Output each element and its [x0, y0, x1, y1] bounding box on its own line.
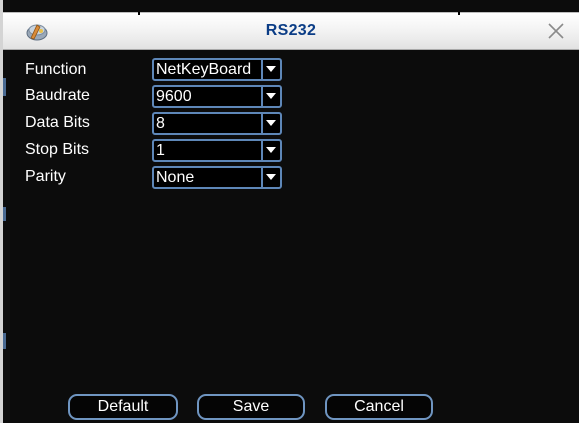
stop-bits-select[interactable]: 1: [152, 139, 282, 162]
parity-label: Parity: [25, 168, 66, 185]
parity-select[interactable]: None: [152, 166, 282, 189]
edge-mark: [3, 207, 6, 221]
baudrate-select[interactable]: 9600: [152, 85, 282, 108]
baudrate-value: 9600: [156, 88, 192, 105]
dialog-title: RS232: [265, 22, 317, 39]
cancel-button[interactable]: Cancel: [325, 394, 433, 420]
save-button[interactable]: Save: [197, 394, 305, 420]
stop-bits-label: Stop Bits: [25, 141, 90, 158]
function-label: Function: [25, 61, 87, 78]
rs232-dialog: RS232 Function NetKeyBoard Baudrate 9600…: [0, 0, 579, 423]
parity-value: None: [156, 169, 195, 186]
chevron-down-icon[interactable]: [261, 60, 280, 79]
data-bits-label: Data Bits: [25, 114, 90, 131]
data-bits-value: 8: [156, 115, 165, 132]
title-divider: [138, 12, 140, 15]
stop-bits-value: 1: [156, 142, 165, 159]
title-bar: RS232: [3, 12, 579, 50]
close-icon[interactable]: [543, 18, 569, 44]
edge-mark: [3, 333, 6, 349]
title-divider: [458, 12, 460, 15]
chevron-down-icon[interactable]: [261, 141, 280, 160]
function-value: NetKeyBoard: [156, 61, 252, 78]
data-bits-select[interactable]: 8: [152, 112, 282, 135]
baudrate-label: Baudrate: [25, 87, 90, 104]
function-select[interactable]: NetKeyBoard: [152, 58, 282, 81]
chevron-down-icon[interactable]: [261, 87, 280, 106]
edge-mark: [3, 78, 6, 96]
chevron-down-icon[interactable]: [261, 168, 280, 187]
chevron-down-icon[interactable]: [261, 114, 280, 133]
default-button[interactable]: Default: [68, 394, 178, 420]
